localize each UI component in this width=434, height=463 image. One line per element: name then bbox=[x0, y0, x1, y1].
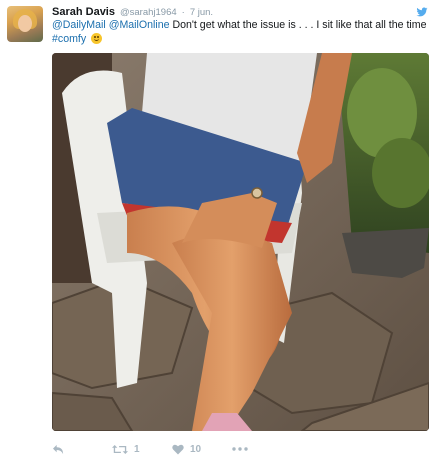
retweet-icon bbox=[112, 444, 128, 454]
twitter-bird-icon[interactable] bbox=[416, 6, 428, 18]
hashtag-comfy[interactable]: #comfy bbox=[52, 33, 86, 45]
header-separator: · bbox=[181, 7, 185, 18]
reply-icon bbox=[53, 444, 64, 454]
tweet-body-text: Don't get what the issue is . . . I sit … bbox=[172, 19, 427, 31]
tweet-card: Sarah Davis @sarahj1964 · 7 jun. @DailyM… bbox=[0, 0, 434, 463]
smiling-face-emoji bbox=[91, 33, 103, 44]
more-button[interactable] bbox=[232, 440, 262, 458]
mention-dailymail[interactable]: @DailyMail bbox=[52, 19, 106, 31]
reply-button[interactable] bbox=[52, 440, 112, 458]
author-display-name[interactable]: Sarah Davis bbox=[52, 6, 115, 18]
tweet-actions: 1 10 bbox=[52, 440, 352, 458]
avatar-face bbox=[18, 15, 32, 32]
retweet-count: 1 bbox=[134, 443, 140, 455]
tweet-date[interactable]: 7 jun. bbox=[190, 7, 213, 18]
photo-illustration bbox=[52, 53, 429, 431]
heart-icon bbox=[172, 444, 184, 454]
tweet-photo[interactable] bbox=[52, 53, 429, 431]
author-handle[interactable]: @sarahj1964 bbox=[120, 7, 177, 18]
like-button[interactable]: 10 bbox=[172, 440, 232, 458]
tweet-text: @DailyMail @MailOnline Don't get what th… bbox=[52, 18, 428, 46]
more-dots-icon bbox=[232, 447, 248, 451]
like-count: 10 bbox=[190, 443, 202, 455]
avatar[interactable] bbox=[7, 6, 43, 42]
retweet-button[interactable]: 1 bbox=[112, 440, 172, 458]
mention-mailonline[interactable]: @MailOnline bbox=[109, 19, 170, 31]
